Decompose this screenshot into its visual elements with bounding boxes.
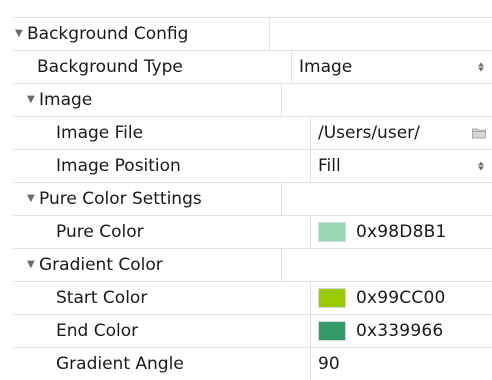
- image-file-field[interactable]: /Users/user/: [311, 117, 492, 149]
- pure-color-value: 0x98D8B1: [356, 222, 447, 242]
- gradient-angle-value: 90: [318, 354, 340, 374]
- property-inspector: ▼ Background Config Background Type Imag…: [0, 0, 492, 380]
- start-color-swatch[interactable]: [318, 288, 346, 308]
- end-color-field[interactable]: 0x339966: [311, 315, 492, 347]
- property-key-cell: Start Color: [13, 282, 311, 314]
- property-row-image-position[interactable]: Image Position Fill: [13, 150, 492, 183]
- disclosure-triangle-down-icon[interactable]: ▼: [27, 94, 37, 105]
- group-label-pure-color-settings: Pure Color Settings: [39, 189, 202, 209]
- property-key-cell: ▼ Pure Color Settings: [13, 183, 282, 215]
- pure-color-field[interactable]: 0x98D8B1: [311, 216, 492, 248]
- start-color-value: 0x99CC00: [356, 288, 446, 308]
- property-key-cell: Image File: [13, 117, 311, 149]
- group-row-gradient-color[interactable]: ▼ Gradient Color: [13, 249, 492, 282]
- stepper-icon[interactable]: [478, 161, 484, 171]
- label-end-color: End Color: [56, 321, 139, 341]
- property-key-cell: Gradient Angle: [13, 348, 311, 380]
- group-row-image[interactable]: ▼ Image: [13, 84, 492, 117]
- group-label-background-config: Background Config: [27, 24, 189, 44]
- label-gradient-angle: Gradient Angle: [56, 354, 184, 374]
- pure-color-swatch[interactable]: [318, 222, 346, 242]
- property-row-gradient-angle[interactable]: Gradient Angle 90: [13, 348, 492, 380]
- label-image-position: Image Position: [56, 156, 181, 176]
- property-row-pure-color[interactable]: Pure Color 0x98D8B1: [13, 216, 492, 249]
- group-row-pure-color-settings[interactable]: ▼ Pure Color Settings: [13, 183, 492, 216]
- label-start-color: Start Color: [56, 288, 148, 308]
- property-row-background-type[interactable]: Background Type Image: [13, 51, 492, 84]
- property-row-image-file[interactable]: Image File /Users/user/: [13, 117, 492, 150]
- end-color-value: 0x339966: [356, 321, 444, 341]
- disclosure-triangle-down-icon[interactable]: ▼: [27, 193, 37, 204]
- end-color-swatch[interactable]: [318, 321, 346, 341]
- label-background-type: Background Type: [37, 57, 183, 77]
- empty-value-cell: [282, 183, 492, 215]
- property-key-cell: Background Type: [13, 51, 292, 83]
- property-grid: ▼ Background Config Background Type Imag…: [13, 17, 492, 380]
- image-position-value: Fill: [318, 156, 341, 176]
- property-key-cell: ▼ Background Config: [13, 18, 270, 50]
- empty-value-cell: [270, 18, 492, 50]
- disclosure-triangle-down-icon[interactable]: ▼: [15, 28, 25, 39]
- empty-value-cell: [282, 249, 492, 281]
- start-color-field[interactable]: 0x99CC00: [311, 282, 492, 314]
- label-pure-color: Pure Color: [56, 222, 144, 242]
- empty-value-cell: [282, 84, 492, 116]
- group-row-background-config[interactable]: ▼ Background Config: [13, 18, 492, 51]
- group-label-image: Image: [39, 90, 93, 110]
- background-type-select[interactable]: Image: [292, 51, 492, 83]
- image-position-select[interactable]: Fill: [311, 150, 492, 182]
- background-type-value: Image: [299, 57, 353, 77]
- stepper-icon[interactable]: [478, 62, 484, 72]
- label-image-file: Image File: [56, 123, 144, 143]
- property-row-start-color[interactable]: Start Color 0x99CC00: [13, 282, 492, 315]
- disclosure-triangle-down-icon[interactable]: ▼: [27, 259, 37, 270]
- image-file-value: /Users/user/: [318, 123, 420, 143]
- gradient-angle-field[interactable]: 90: [311, 348, 492, 380]
- property-key-cell: Pure Color: [13, 216, 311, 248]
- property-key-cell: End Color: [13, 315, 311, 347]
- property-key-cell: ▼ Gradient Color: [13, 249, 282, 281]
- property-key-cell: ▼ Image: [13, 84, 282, 116]
- property-key-cell: Image Position: [13, 150, 311, 182]
- property-row-end-color[interactable]: End Color 0x339966: [13, 315, 492, 348]
- group-label-gradient-color: Gradient Color: [39, 255, 163, 275]
- folder-icon[interactable]: [472, 128, 486, 139]
